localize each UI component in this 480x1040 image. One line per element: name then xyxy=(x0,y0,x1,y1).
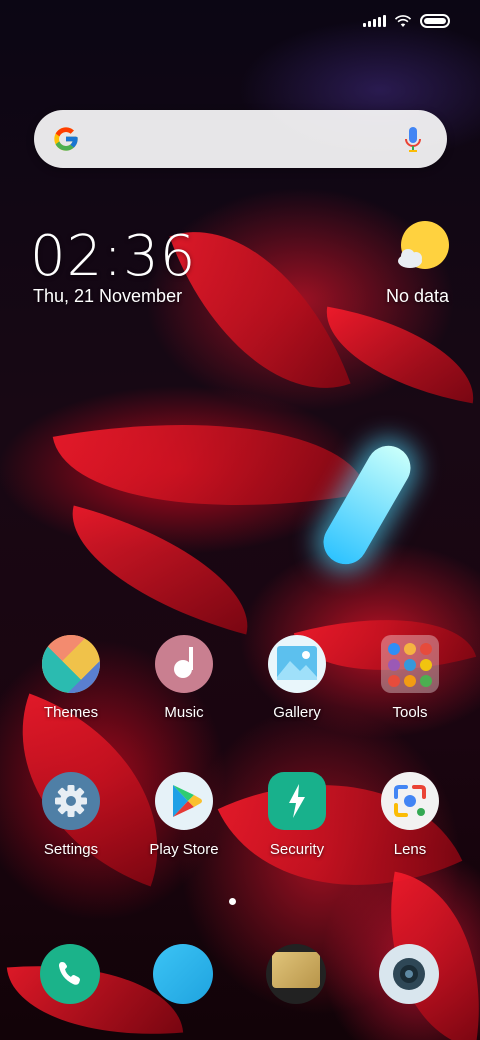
app-settings[interactable]: Settings xyxy=(21,772,121,858)
dock-browser[interactable] xyxy=(246,944,346,1004)
messages-icon xyxy=(153,944,213,1004)
dock-phone[interactable] xyxy=(20,944,120,1004)
app-label: Themes xyxy=(43,704,99,721)
themes-icon xyxy=(42,635,100,693)
google-g-icon xyxy=(54,127,78,151)
app-play-store[interactable]: Play Store xyxy=(134,772,234,858)
app-label: Play Store xyxy=(149,841,219,858)
folder-icon xyxy=(381,635,439,693)
google-search-bar[interactable] xyxy=(34,110,447,168)
clock-date[interactable]: Thu, 21 November xyxy=(33,286,182,307)
partly-cloudy-icon[interactable] xyxy=(396,221,450,275)
music-icon xyxy=(155,635,213,693)
phone-icon xyxy=(40,944,100,1004)
security-shield-icon xyxy=(268,772,326,830)
gallery-icon xyxy=(268,635,326,693)
microphone-icon[interactable] xyxy=(403,126,423,154)
page-indicator-dot xyxy=(229,898,236,905)
lens-icon xyxy=(381,772,439,830)
app-gallery[interactable]: Gallery xyxy=(247,635,347,721)
app-security[interactable]: Security xyxy=(247,772,347,858)
camera-icon xyxy=(379,944,439,1004)
gear-icon xyxy=(42,772,100,830)
app-label: Tools xyxy=(392,704,428,721)
signal-icon xyxy=(363,15,386,27)
app-label: Gallery xyxy=(273,704,321,721)
status-bar xyxy=(0,0,480,44)
app-music[interactable]: Music xyxy=(134,635,234,721)
app-tools-folder[interactable]: Tools xyxy=(360,635,460,721)
app-lens[interactable]: Lens xyxy=(360,772,460,858)
dock-camera[interactable] xyxy=(359,944,459,1004)
browser-icon xyxy=(266,944,326,1004)
battery-icon xyxy=(420,14,450,28)
app-label: Music xyxy=(164,704,204,721)
weather-status[interactable]: No data xyxy=(386,286,449,307)
dock-messages[interactable] xyxy=(133,944,233,1004)
clock-time[interactable]: 02:36 xyxy=(30,224,196,289)
app-label: Security xyxy=(269,841,325,858)
wifi-icon xyxy=(394,15,412,27)
play-store-icon xyxy=(155,772,213,830)
app-label: Lens xyxy=(393,841,427,858)
app-themes[interactable]: Themes xyxy=(21,635,121,721)
app-label: Settings xyxy=(43,841,99,858)
